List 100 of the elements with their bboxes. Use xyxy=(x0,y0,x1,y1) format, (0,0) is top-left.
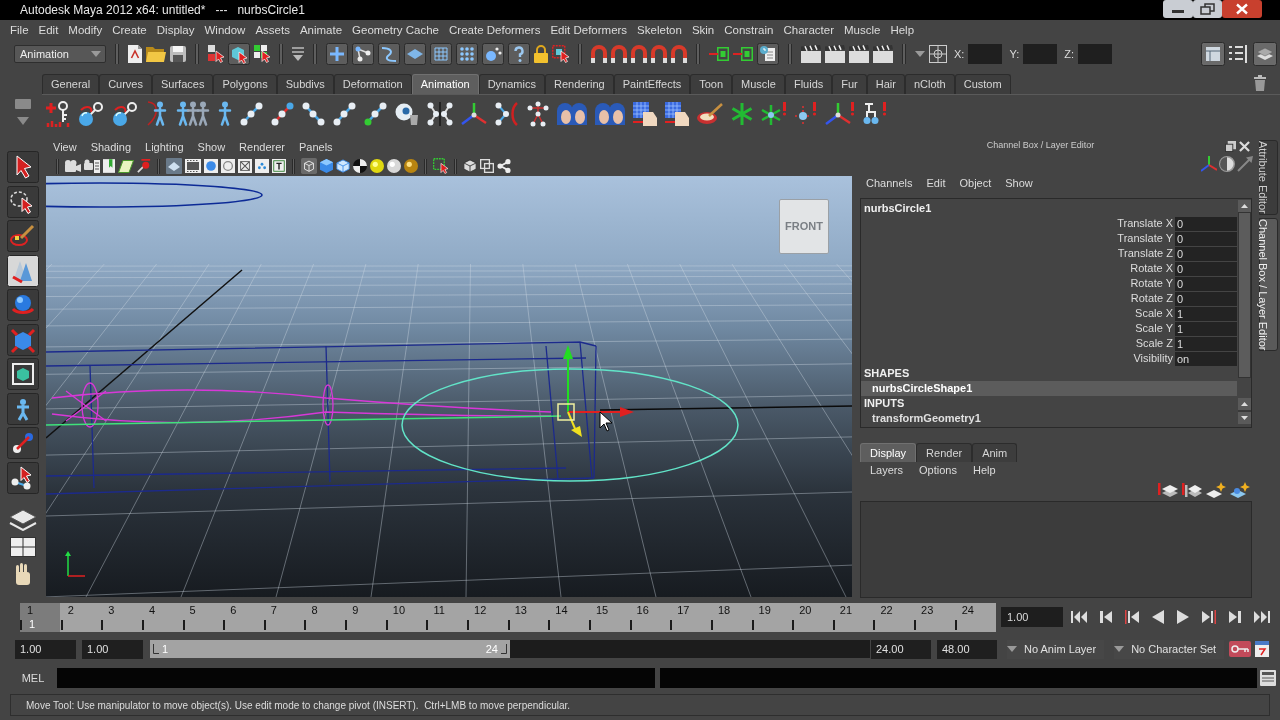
layer-tab[interactable]: Render xyxy=(916,443,973,462)
menu-item[interactable]: Display xyxy=(151,21,200,39)
channel-value-field[interactable]: 0 xyxy=(1175,231,1237,246)
caret-icon[interactable] xyxy=(1114,646,1125,652)
channel-value-field[interactable]: on xyxy=(1175,351,1237,366)
channel-value-field[interactable]: 0 xyxy=(1175,261,1237,276)
cube-cursor-icon[interactable] xyxy=(228,43,250,65)
key-plus-icon[interactable] xyxy=(46,100,70,127)
shelf-tab[interactable]: Curves xyxy=(99,74,152,94)
panel-menu-item[interactable]: Shading xyxy=(83,138,139,156)
magnet-icon[interactable] xyxy=(591,45,607,63)
grid-hand-icon[interactable] xyxy=(633,101,657,126)
restore-icon[interactable] xyxy=(1193,0,1222,18)
figure-icon[interactable] xyxy=(6,392,39,425)
plus-icon[interactable] xyxy=(326,43,348,65)
plane-icon[interactable] xyxy=(404,43,426,65)
eyeball-icon[interactable] xyxy=(395,102,419,125)
coordinate-field[interactable] xyxy=(1078,44,1112,64)
shelf-tab[interactable]: Fluids xyxy=(784,74,833,94)
node-item[interactable]: nurbsCircleShape1 xyxy=(861,381,1237,396)
layers-icon[interactable] xyxy=(1158,483,1178,497)
close-icon[interactable] xyxy=(1222,0,1262,18)
point-alert-icon[interactable] xyxy=(795,101,817,126)
list-icon[interactable] xyxy=(1229,45,1249,63)
question-mark-icon[interactable] xyxy=(508,43,530,65)
joint-chain-icon[interactable] xyxy=(240,101,263,126)
channel-value-field[interactable]: 0 xyxy=(1175,216,1237,231)
scrollbar[interactable] xyxy=(1238,398,1251,424)
box-cursor-icon[interactable] xyxy=(552,45,569,63)
time-slider[interactable]: 1 1 2 3 4 5 6 7 8 9 10 11 12 13 14 15 16 17 18 19 20 21 22 23 24 xyxy=(20,602,996,632)
shelf-tab[interactable]: nCloth xyxy=(904,74,955,94)
list-caret-icon[interactable] xyxy=(292,47,304,61)
panel-menu-item[interactable]: Options xyxy=(911,462,965,479)
panel-menu-item[interactable]: Show xyxy=(190,138,233,156)
document-icon[interactable] xyxy=(128,45,142,63)
step-forward-icon[interactable] xyxy=(1229,610,1241,624)
float-window-icon[interactable] xyxy=(1225,140,1236,152)
shelf-tab[interactable]: Fur xyxy=(832,74,867,94)
axis-tripod-alert-icon[interactable] xyxy=(825,101,855,126)
play-icon[interactable] xyxy=(1177,610,1189,624)
dot-grid-icon[interactable] xyxy=(456,43,478,65)
cube-icon[interactable] xyxy=(336,159,350,173)
previous-key-icon[interactable] xyxy=(1125,610,1139,624)
shelf-tab[interactable]: Custom xyxy=(954,74,1011,94)
shelf-tab[interactable]: Rendering xyxy=(544,74,614,94)
wire-cube-icon[interactable] xyxy=(301,158,317,174)
step-back-icon[interactable] xyxy=(1100,610,1112,624)
cube-icon[interactable] xyxy=(6,323,39,356)
magnet-icon[interactable] xyxy=(651,45,667,63)
panel-layout-icon[interactable] xyxy=(1201,42,1225,66)
clapperboard-icon[interactable] xyxy=(825,45,845,63)
shelf-tab[interactable]: Polygons xyxy=(213,74,277,94)
menu-item[interactable]: Animate xyxy=(294,21,348,39)
joint-arc-icon[interactable] xyxy=(495,101,519,126)
box-arrow-icon[interactable] xyxy=(709,47,729,61)
diamond-layers-icon[interactable] xyxy=(8,508,37,531)
text-frame-icon[interactable] xyxy=(272,159,286,173)
lock-icon[interactable] xyxy=(534,45,548,63)
joint-chain-icon[interactable] xyxy=(364,101,387,126)
document-clock-icon[interactable] xyxy=(757,43,779,65)
node-graph-icon[interactable] xyxy=(352,43,374,65)
clapperboard-icon[interactable] xyxy=(801,45,821,63)
layers-icon[interactable] xyxy=(1253,42,1277,66)
magnet-icon[interactable] xyxy=(611,45,627,63)
cube-icon[interactable] xyxy=(463,159,477,173)
shelf-tab[interactable]: Deformation xyxy=(333,74,412,94)
joint-chain-icon[interactable] xyxy=(302,101,325,126)
menu-item[interactable]: Help xyxy=(885,21,920,39)
shelf-menu-icon[interactable] xyxy=(15,99,31,125)
bookmark-icon[interactable] xyxy=(103,159,115,173)
joint-icon[interactable] xyxy=(6,427,39,459)
menu-item[interactable]: Create xyxy=(107,21,152,39)
magnet-icon[interactable] xyxy=(631,45,647,63)
start-time-field[interactable]: 1.00 xyxy=(15,639,76,659)
panel-menu-item[interactable]: Help xyxy=(964,462,1004,479)
clapperboard-icon[interactable] xyxy=(849,45,869,63)
select-box-icon[interactable] xyxy=(433,158,448,174)
joint-cursor-icon[interactable] xyxy=(6,461,39,494)
menu-item[interactable]: Assets xyxy=(250,21,295,39)
node-tree-alert-icon[interactable] xyxy=(863,102,887,125)
lasso-cursor-icon[interactable] xyxy=(6,185,39,218)
target-icon[interactable] xyxy=(929,45,947,63)
heads-icon[interactable] xyxy=(557,102,587,125)
skeleton-icon[interactable] xyxy=(527,100,549,127)
channel-value-field[interactable]: 1 xyxy=(1175,306,1237,321)
shelf-tab[interactable]: Hair xyxy=(866,74,905,94)
layer-sparkle-icon[interactable] xyxy=(1230,482,1250,498)
menu-item[interactable]: Modify xyxy=(63,21,108,39)
magnet-icon[interactable] xyxy=(671,45,687,63)
camera-list-icon[interactable] xyxy=(84,159,100,173)
axis-icon[interactable] xyxy=(1201,156,1217,172)
caret-icon[interactable] xyxy=(915,51,925,57)
shelf-tab[interactable]: Dynamics xyxy=(478,74,545,94)
crossed-box-icon[interactable] xyxy=(238,159,252,173)
next-key-icon[interactable] xyxy=(1202,610,1216,624)
menu-item[interactable]: Skin xyxy=(686,21,720,39)
key-curve-icon[interactable] xyxy=(112,101,138,126)
axis-tripod-icon[interactable] xyxy=(461,101,487,126)
squares-cursor-icon[interactable] xyxy=(208,45,224,63)
plane-icon[interactable] xyxy=(118,159,134,173)
